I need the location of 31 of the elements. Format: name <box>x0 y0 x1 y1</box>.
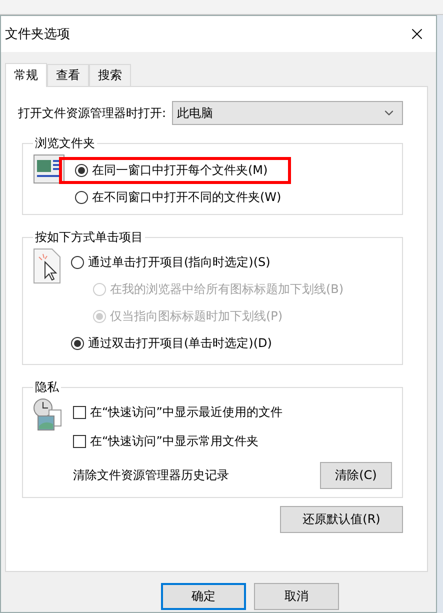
tab[interactable]: 搜索 <box>89 64 131 86</box>
window-title: 文件夹选项 <box>5 26 70 43</box>
checkbox[interactable] <box>73 435 86 448</box>
option-label: 通过单击打开项目(指向时选定)(S) <box>88 254 270 271</box>
radio-button[interactable] <box>75 164 88 177</box>
open-in-dropdown[interactable]: 此电脑 <box>172 101 403 125</box>
dialog-button[interactable]: 确定 <box>161 583 246 610</box>
radio-button[interactable] <box>75 191 88 204</box>
open-in-label: 打开文件资源管理器时打开: <box>18 104 166 122</box>
restore-defaults-button[interactable]: 还原默认值(R) <box>280 506 403 533</box>
group-title: 隐私 <box>34 379 60 396</box>
clear-button[interactable]: 清除(C) <box>320 462 392 489</box>
option-label: 在我的浏览器中给所有图标标题加下划线(B) <box>110 281 344 298</box>
tab[interactable]: 常规 <box>5 63 47 87</box>
clear-history-label: 清除文件资源管理器历史记录 <box>73 467 229 484</box>
group-title: 浏览文件夹 <box>34 135 96 152</box>
checkbox-label: 在“快速访问”中显示常用文件夹 <box>90 433 258 450</box>
radio-button[interactable] <box>71 256 84 269</box>
checkbox[interactable] <box>73 406 86 419</box>
radio-button[interactable] <box>71 337 84 350</box>
option-label: 在同一窗口中打开每个文件夹(M) <box>92 162 268 179</box>
option-label: 在不同窗口中打开不同的文件夹(W) <box>92 189 282 206</box>
folder-window-icon <box>33 154 65 184</box>
tab[interactable]: 查看 <box>47 64 89 86</box>
group-title: 按如下方式单击项目 <box>34 229 144 246</box>
option-label: 通过双击打开项目(单击时选定)(D) <box>88 335 272 352</box>
clock-pictures-icon <box>33 398 63 432</box>
option-label: 仅当指向图标标题时加下划线(P) <box>110 308 283 325</box>
dialog-button[interactable]: 取消 <box>254 583 339 610</box>
pointer-page-icon <box>33 248 61 284</box>
checkbox-label: 在“快速访问”中显示最近使用的文件 <box>90 404 282 421</box>
